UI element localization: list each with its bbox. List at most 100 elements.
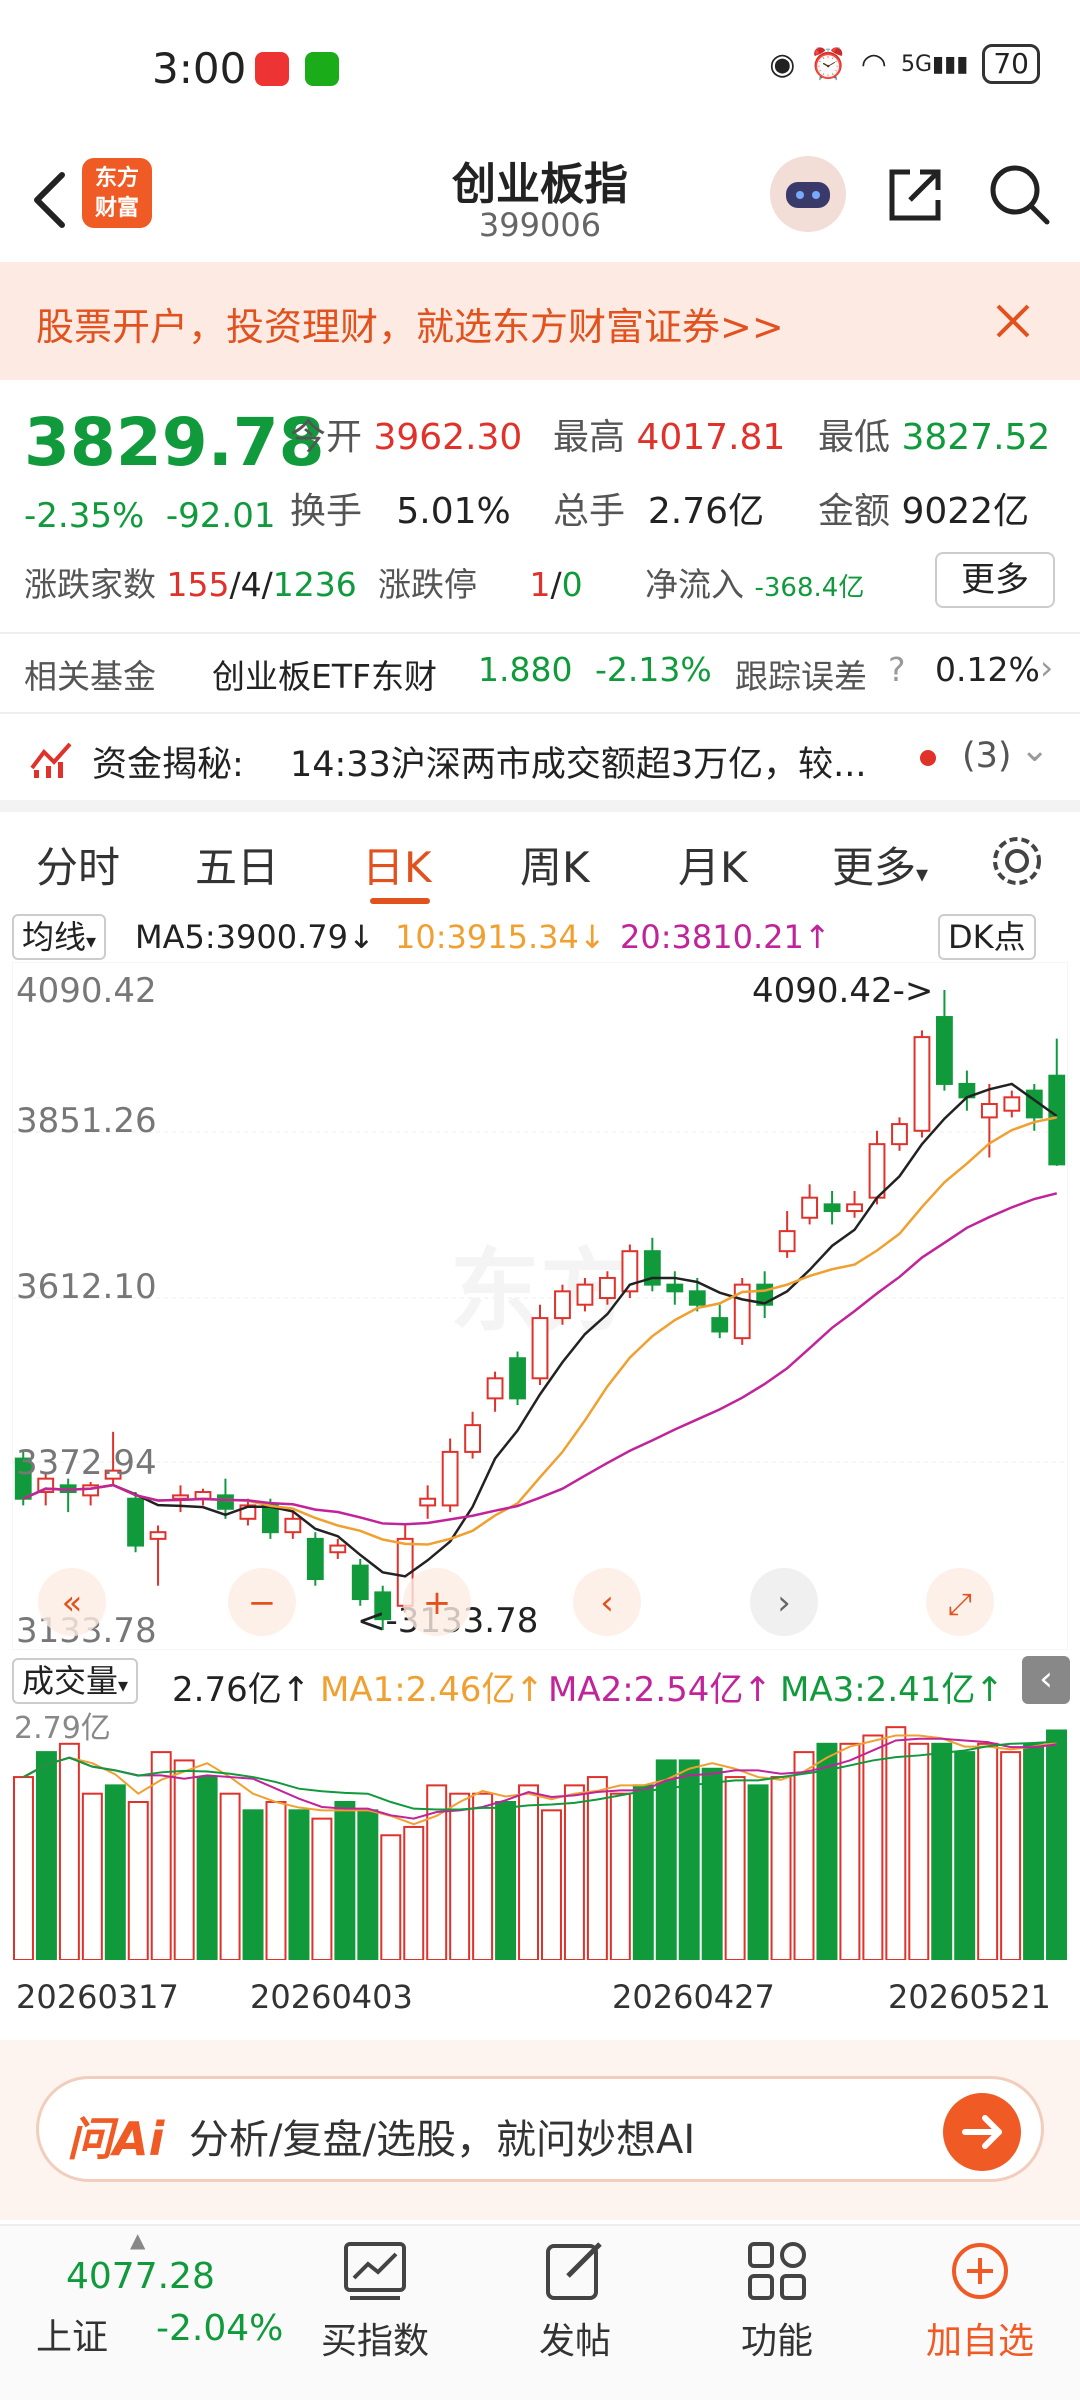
share-icon[interactable]: [880, 160, 950, 230]
related-fund-row[interactable]: 相关基金 创业板ETF东财 1.880 -2.13% 跟踪误差 ? 0.12% …: [0, 636, 1080, 706]
unread-dot: [920, 750, 936, 766]
volume-ma2: MA2:2.54亿↑: [548, 1670, 772, 1710]
volume-bar: [380, 1834, 402, 1960]
nav-add-watchlist[interactable]: 加自选: [905, 2226, 1055, 2402]
volume-bar: [104, 1784, 126, 1960]
volume-bar: [747, 1784, 769, 1960]
promo-banner[interactable]: 股票开户，投资理财，就选东方财富证券>>: [0, 262, 1080, 380]
candle-body: [846, 1203, 863, 1213]
volume-bar: [609, 1792, 631, 1960]
ma20-value: 20:3810.21↑: [620, 918, 831, 956]
nav-functions[interactable]: 功能: [702, 2226, 852, 2402]
candle-body: [172, 1494, 189, 1500]
candle-body: [419, 1497, 437, 1507]
volume-bar: [678, 1759, 700, 1960]
caret-up-icon: ▲: [130, 2228, 146, 2252]
volume-bar: [908, 1742, 930, 1960]
high-annotation: 4090.42->: [752, 971, 933, 1011]
volume-chart[interactable]: 2.79亿: [12, 1708, 1068, 1960]
wechat-app-icon: [305, 52, 339, 86]
bottom-nav: ▲ 4077.28 上证 -2.04% 买指数 发帖 功能 加自选: [0, 2224, 1080, 2400]
volume-ma3: MA3:2.41亿↑: [780, 1670, 1004, 1710]
close-icon[interactable]: [976, 284, 1050, 358]
eye-icon: ◉: [769, 46, 796, 82]
candle-body: [868, 1143, 886, 1199]
volume-bar: [1000, 1751, 1022, 1960]
double-left-icon: «: [62, 1583, 83, 1623]
candle-body: [980, 1103, 998, 1119]
tab-intraday[interactable]: 分时: [36, 834, 120, 895]
dk-point-button[interactable]: DK点: [938, 914, 1036, 960]
news-text[interactable]: 14:33沪深两市成交额超3万亿，较...: [290, 736, 867, 787]
promo-text[interactable]: 股票开户，投资理财，就选东方财富证券>>: [36, 296, 784, 351]
news-row[interactable]: 资金揭秘: 14:33沪深两市成交额超3万亿，较... (3) ⌄: [0, 720, 1080, 800]
volume-bar: [35, 1751, 57, 1960]
volume-value: 2.76亿↑: [172, 1670, 311, 1710]
collapse-tab-icon[interactable]: ‹: [1022, 1656, 1070, 1704]
settings-gear-icon[interactable]: [988, 832, 1046, 890]
volume-bar: [1023, 1742, 1045, 1960]
volume-bar: [288, 1809, 310, 1960]
volume-bar: [13, 1776, 34, 1960]
chevron-down-icon[interactable]: ⌄: [1020, 730, 1049, 770]
volume-bar: [357, 1809, 379, 1960]
low-price: 最低 3827.52: [818, 417, 1051, 458]
status-time: 3:00: [152, 44, 247, 93]
ai-robot-icon[interactable]: [770, 156, 846, 232]
tab-monthly-k[interactable]: 月K: [678, 834, 748, 895]
volume-bar: [242, 1809, 264, 1960]
quote-panel: 3829.78 -2.35% -92.01 今开 3962.30 最高 4017…: [0, 380, 1080, 630]
candle-body: [531, 1317, 549, 1380]
candle-body: [666, 1283, 684, 1293]
volume-bar: [311, 1817, 333, 1960]
high-price: 最高 4017.81: [553, 417, 786, 458]
tab-weekly-k[interactable]: 周K: [520, 834, 590, 895]
candle-body: [936, 1016, 953, 1085]
index-name: 上证: [36, 2317, 109, 2358]
ai-placeholder[interactable]: 分析/复盘/选股，就问妙想AI: [189, 2107, 695, 2165]
candlestick-chart[interactable]: 东方 4090.42 3851.26 3612.10 3372.94 3133.…: [12, 962, 1068, 1650]
ma-selector[interactable]: 均线▾: [12, 914, 107, 960]
volume-bar: [196, 1776, 218, 1960]
expand-icon: ⤢: [948, 1587, 972, 1622]
total-volume: 总手 2.76亿: [553, 491, 765, 532]
date-axis: 20260317 20260403 20260427 20260521: [0, 1972, 1080, 2022]
tab-daily-k[interactable]: 日K: [362, 834, 432, 895]
ai-logo: 问Ai: [67, 2112, 165, 2166]
status-indicators: ◉ ⏰ ◠ 5G▮▮▮ 70: [769, 44, 1040, 84]
nav-buy-index[interactable]: 买指数: [300, 2226, 450, 2402]
help-icon[interactable]: ?: [888, 650, 906, 689]
volume-bar: [518, 1784, 540, 1960]
volume-bar: [931, 1742, 953, 1960]
ai-search-bar[interactable]: 问Ai 分析/复盘/选股，就问妙想AI: [36, 2076, 1044, 2182]
tab-more[interactable]: 更多▾: [832, 834, 928, 895]
date-label: 20260317: [16, 1978, 179, 2016]
volume-selector[interactable]: 成交量▾: [12, 1658, 139, 1704]
fund-name[interactable]: 创业板ETF东财: [212, 650, 437, 698]
y-tick-label: 3612.10: [16, 1267, 157, 1307]
more-button[interactable]: 更多: [935, 552, 1055, 608]
ma-legend: 均线▾ MA5:3900.79↓ 10:3915.34↓ 20:3810.21↑…: [0, 912, 1080, 964]
net-inflow: 净流入 -368.4亿: [645, 565, 865, 604]
nav-post[interactable]: 发帖: [500, 2226, 650, 2402]
search-icon[interactable]: [985, 160, 1055, 230]
volume-bar: [472, 1792, 494, 1960]
volume-bar: [563, 1784, 585, 1960]
candle-body: [598, 1276, 616, 1300]
candle-body: [913, 1036, 931, 1132]
edit-icon: [546, 2242, 602, 2300]
trend-chart-icon: [344, 2242, 406, 2300]
tab-five-day[interactable]: 五日: [195, 834, 279, 895]
candle-body: [284, 1517, 302, 1534]
volume-ma1: MA1:2.46亿↑: [320, 1670, 544, 1710]
candle-body: [217, 1494, 234, 1510]
volume-max-label: 2.79亿: [14, 1711, 111, 1746]
date-label: 20260521: [888, 1978, 1051, 2016]
candle-body: [778, 1230, 796, 1253]
candle-body: [306, 1537, 324, 1581]
status-bar: 3:00 ◉ ⏰ ◠ 5G▮▮▮ 70: [0, 0, 1080, 140]
ai-go-button[interactable]: [943, 2093, 1021, 2171]
index-ticker[interactable]: ▲ 4077.28 上证 -2.04%: [30, 2226, 290, 2402]
volume-bar: [495, 1801, 517, 1960]
volume-bar: [816, 1742, 838, 1960]
